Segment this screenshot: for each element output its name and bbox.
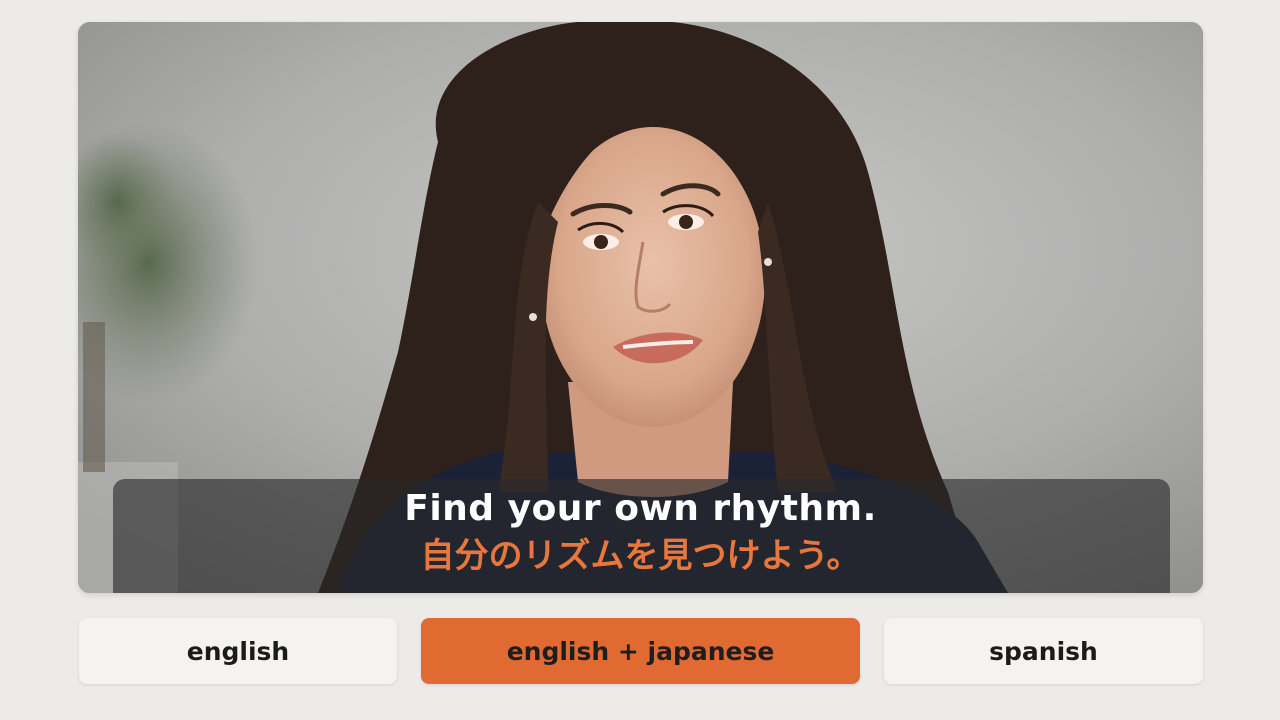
subtitle-japanese: 自分のリズムを見つけよう。: [420, 536, 861, 576]
video-player[interactable]: Find your own rhythm. 自分のリズムを見つけよう。: [78, 22, 1203, 593]
language-option-spanish[interactable]: spanish: [884, 618, 1203, 684]
language-option-english-japanese[interactable]: english + japanese: [421, 618, 860, 684]
subtitle-english: Find your own rhythm.: [404, 488, 877, 529]
app-root: Find your own rhythm. 自分のリズムを見つけよう。 engl…: [0, 0, 1280, 720]
language-option-english[interactable]: english: [79, 618, 397, 684]
